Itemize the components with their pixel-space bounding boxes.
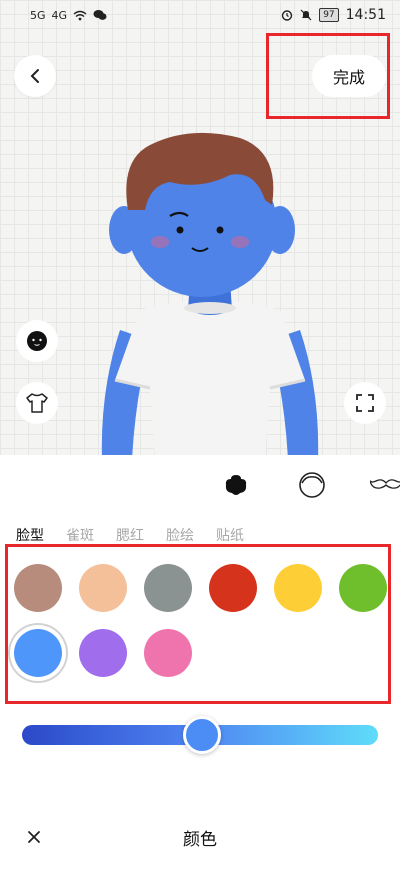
avatar-3d-figure — [101, 132, 319, 455]
editor-panel: 脸型 雀斑 腮红 脸绘 贴纸 颜色 — [0, 455, 400, 888]
category-tab-face-shape[interactable] — [218, 467, 254, 503]
head-outline-icon — [299, 472, 325, 498]
slider-thumb[interactable] — [182, 716, 221, 754]
clothing-tool-button[interactable] — [16, 382, 58, 424]
color-swatch[interactable] — [14, 629, 62, 677]
color-swatch[interactable] — [209, 564, 257, 612]
color-swatch[interactable] — [14, 564, 62, 612]
face-icon — [27, 331, 47, 351]
wechat-icon — [93, 10, 107, 20]
alarm-icon — [281, 10, 293, 21]
category-tab-facial-hair[interactable] — [368, 467, 400, 503]
panel-title: 颜色 — [183, 830, 217, 850]
wifi-icon — [73, 10, 87, 20]
expand-icon — [356, 394, 374, 412]
sub-tab-bar: 脸型 雀斑 腮红 脸绘 贴纸 — [16, 525, 244, 545]
color-swatch[interactable] — [274, 564, 322, 612]
face-tool-button[interactable] — [16, 320, 58, 362]
status-right: 97 14:51 — [281, 7, 386, 23]
sub-tab-blush[interactable]: 腮红 — [116, 525, 144, 545]
category-tab-head[interactable] — [294, 467, 330, 503]
sub-tab-stickers[interactable]: 贴纸 — [216, 525, 244, 545]
color-swatch[interactable] — [79, 564, 127, 612]
status-bar: 5G 4G 97 14:51 — [0, 0, 400, 30]
sub-tab-freckles[interactable]: 雀斑 — [66, 525, 94, 545]
battery-indicator: 97 — [319, 8, 339, 22]
sub-tab-face-shape[interactable]: 脸型 — [16, 525, 44, 545]
color-swatch[interactable] — [144, 564, 192, 612]
signal-icon: 5G — [30, 8, 46, 22]
color-intensity-slider[interactable] — [22, 716, 378, 754]
chevron-left-icon — [30, 69, 39, 83]
mute-bell-icon — [300, 9, 312, 21]
done-button[interactable]: 完成 — [312, 55, 386, 97]
signal-icon: 4G — [51, 8, 68, 22]
color-swatch[interactable] — [144, 629, 192, 677]
shirt-icon — [26, 393, 48, 413]
clock: 14:51 — [345, 7, 386, 23]
face-shape-icon — [225, 475, 247, 495]
color-swatch-grid — [5, 544, 391, 704]
avatar-stage[interactable]: 完成 — [0, 0, 400, 455]
color-swatch[interactable] — [339, 564, 387, 612]
category-tabs — [0, 467, 400, 503]
color-swatch[interactable] — [79, 629, 127, 677]
sub-tab-face-paint[interactable]: 脸绘 — [166, 525, 194, 545]
fullscreen-button[interactable] — [344, 382, 386, 424]
status-left: 5G 4G — [30, 9, 107, 21]
mustache-icon — [370, 479, 400, 489]
back-button[interactable] — [14, 55, 56, 97]
bottom-bar: 颜色 — [0, 815, 400, 859]
